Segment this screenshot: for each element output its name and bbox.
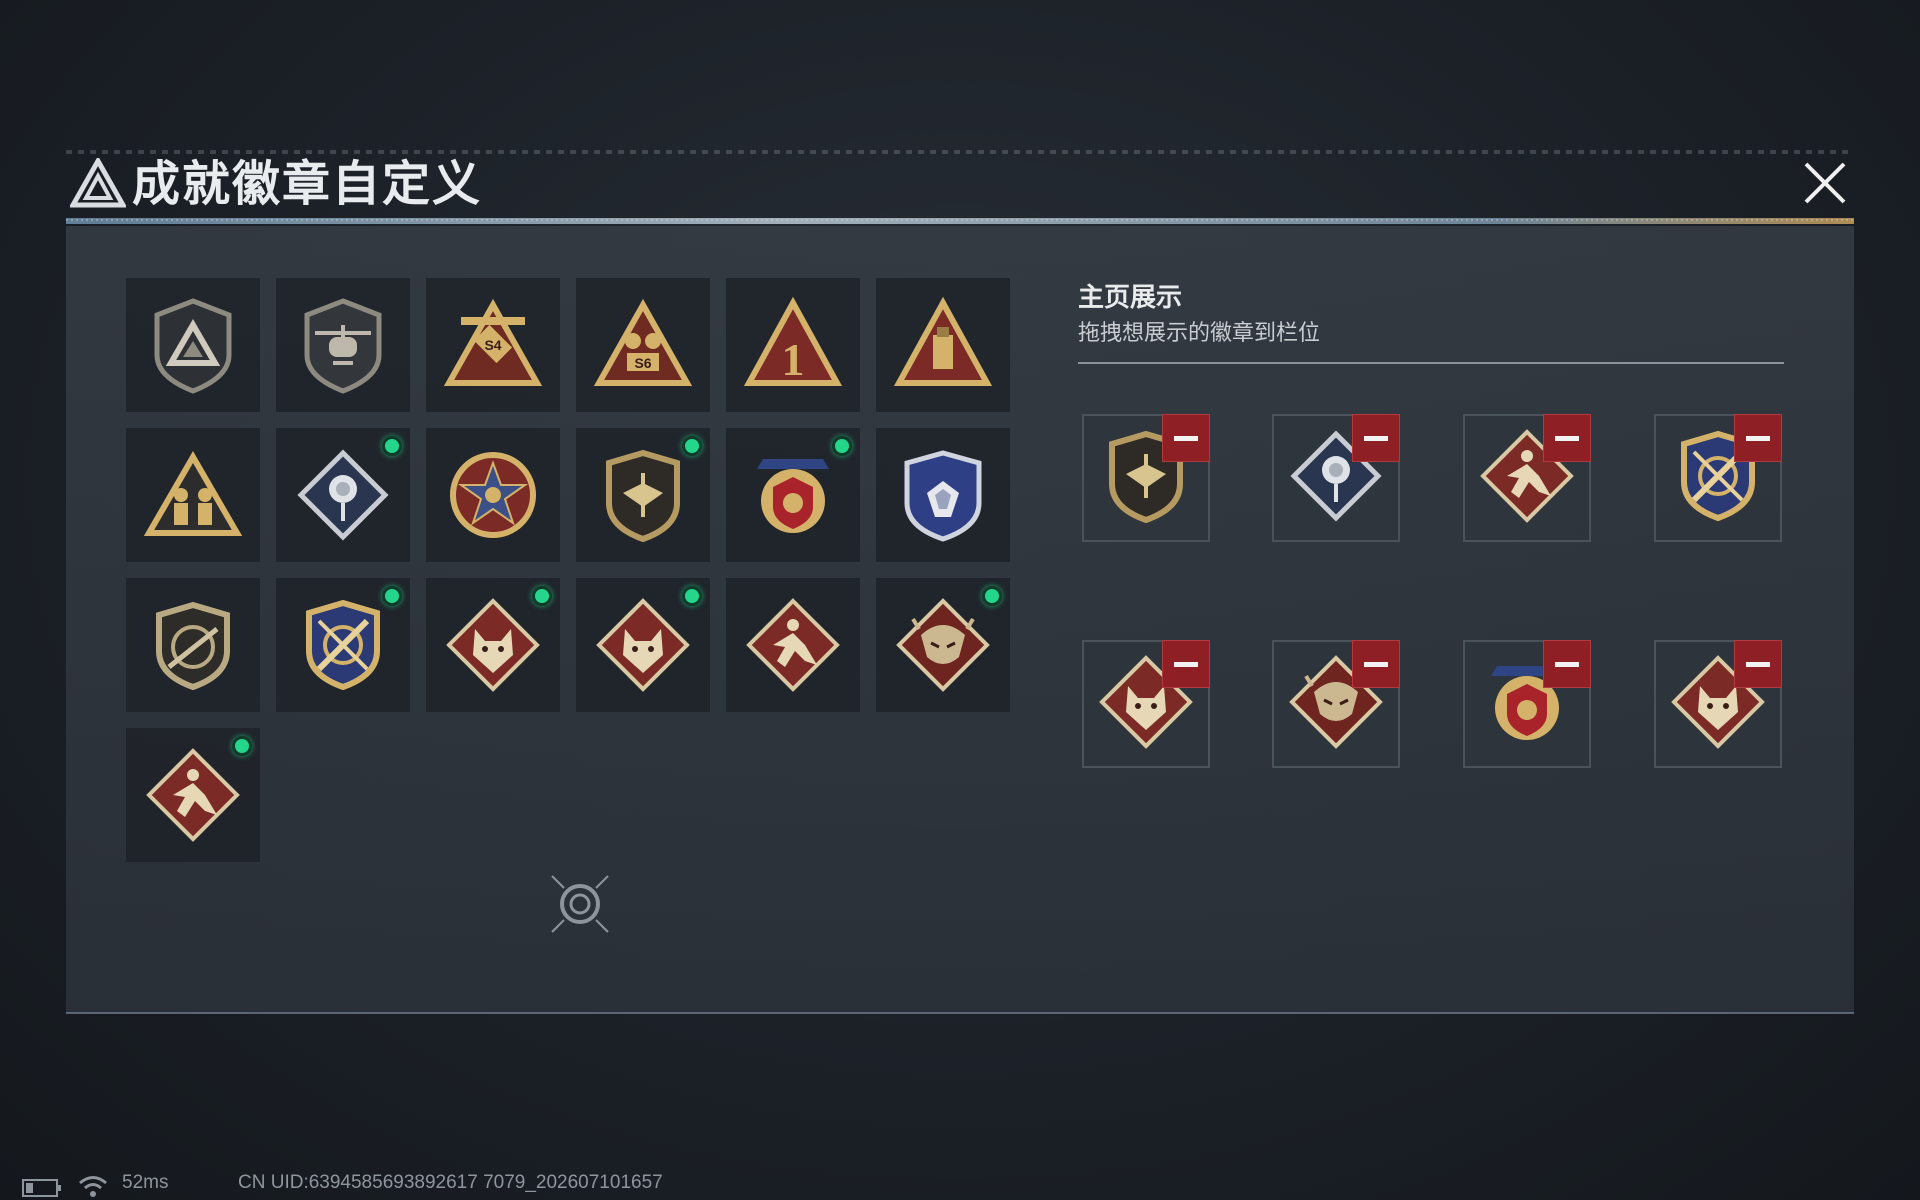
badge-cell[interactable] [726,428,860,562]
rose-diamond-badge-icon [297,449,389,541]
display-slot[interactable] [1082,414,1210,542]
badge-cell[interactable]: 1 [726,278,860,412]
window-header: 成就徽章自定义 [66,150,1854,230]
remove-badge-button[interactable] [1162,640,1210,688]
wolf-diamond-badge-icon [596,598,690,692]
display-divider [1078,362,1784,364]
new-indicator-dot [682,586,702,606]
bird-shield-badge-icon [606,449,680,543]
wifi-icon [79,1176,107,1197]
display-slot[interactable] [1082,640,1210,768]
display-title: 主页展示 [1078,283,1183,313]
soldiers-triangle-badge-icon [143,451,243,536]
laurel-star-badge-icon [757,459,829,533]
runner-diamond-badge-icon [746,598,840,692]
delta-logo-icon [70,158,126,208]
badge-cell[interactable] [426,578,560,712]
triangle-shield-badge-icon [154,298,232,394]
display-slot[interactable] [1463,640,1591,768]
badge-cell[interactable]: S4 [426,278,560,412]
remove-badge-button[interactable] [1352,414,1400,462]
crossed-target-badge-icon [306,599,380,691]
badge-cell[interactable] [276,278,410,412]
number-one-triangle-badge-icon: 1 [743,296,843,386]
remove-badge-button[interactable] [1352,640,1400,688]
badge-cell[interactable] [876,428,1010,562]
badge-cell[interactable] [126,728,260,862]
runner-diamond-badge-icon [146,748,240,842]
new-indicator-dot [382,436,402,456]
screen: 成就徽章自定义 S4 S6 1 主页展示 拖拽想展示的徽章到栏位 52ms CN… [0,0,1920,1200]
header-divider [66,218,1854,224]
s6-triangle-badge-icon: S6 [593,298,693,386]
new-indicator-dot [232,736,252,756]
drag-target-icon [551,875,609,933]
display-slot[interactable] [1463,414,1591,542]
ping-readout: 52ms [122,1172,169,1193]
badge-panel: S4 S6 1 主页展示 拖拽想展示的徽章到栏位 [66,226,1854,1014]
svg-text:S6: S6 [634,355,651,371]
badge-cell[interactable] [576,428,710,562]
badge-cell[interactable] [876,578,1010,712]
display-slot[interactable] [1272,414,1400,542]
rifle-shield-badge-icon [156,601,230,691]
badge-cell[interactable] [576,578,710,712]
homepage-display-section: 主页展示 拖拽想展示的徽章到栏位 [1078,282,1784,364]
page-title: 成就徽章自定义 [132,156,483,212]
badge-cell[interactable] [126,428,260,562]
diamond-blue-shield-badge-icon [904,450,982,542]
wolf-diamond-badge-icon [446,598,540,692]
badge-cell[interactable] [276,428,410,562]
remove-badge-button[interactable] [1543,640,1591,688]
remove-badge-button[interactable] [1734,640,1782,688]
new-indicator-dot [532,586,552,606]
display-slot[interactable] [1272,640,1400,768]
usb-triangle-badge-icon [893,296,993,386]
close-icon[interactable] [1796,154,1854,212]
new-indicator-dot [682,436,702,456]
new-indicator-dot [832,436,852,456]
remove-badge-button[interactable] [1543,414,1591,462]
remove-badge-button[interactable] [1734,414,1782,462]
header-strip [66,150,1854,154]
svg-text:1: 1 [782,334,805,385]
display-slots [1082,414,1782,786]
helicopter-shield-badge-icon [304,298,382,394]
badge-cell[interactable] [876,278,1010,412]
battery-icon [22,1179,61,1197]
dragon-diamond-badge-icon [896,598,990,692]
svg-text:S4: S4 [484,337,501,353]
new-indicator-dot [382,586,402,606]
badge-cell[interactable] [126,578,260,712]
display-slot[interactable] [1654,640,1782,768]
display-description: 拖拽想展示的徽章到栏位 [1078,321,1321,346]
uid-readout: CN UID:6394585693892617 7079_20260710165… [238,1172,663,1193]
new-indicator-dot [982,586,1002,606]
display-slot[interactable] [1654,414,1782,542]
badge-cell[interactable] [426,428,560,562]
badge-cell[interactable] [126,278,260,412]
badge-cell[interactable] [726,578,860,712]
badge-cell[interactable]: S6 [576,278,710,412]
badge-grid: S4 S6 1 [126,278,1016,862]
star-medal-badge-icon [450,452,536,538]
badge-cell[interactable] [276,578,410,712]
remove-badge-button[interactable] [1162,414,1210,462]
s4-triangle-badge-icon: S4 [443,298,543,386]
